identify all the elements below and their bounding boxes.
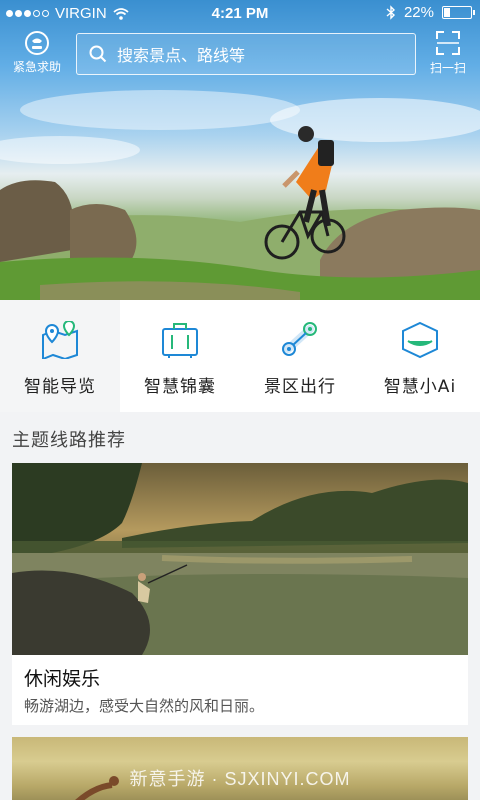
top-header: 紧急求助 搜索景点、路线等 扫一扫 bbox=[0, 26, 480, 84]
search-input[interactable]: 搜索景点、路线等 bbox=[76, 33, 416, 75]
status-right: 22% bbox=[386, 4, 475, 21]
card-description: 畅游湖边，感受大自然的风和日丽。 bbox=[24, 697, 265, 715]
scan-qr-icon bbox=[436, 31, 460, 55]
suitcase-icon bbox=[158, 320, 202, 360]
search-placeholder: 搜索景点、路线等 bbox=[117, 46, 246, 65]
quick-nav-label: 智能导览 bbox=[24, 377, 96, 397]
scan-button[interactable]: 扫一扫 bbox=[422, 30, 474, 76]
quick-nav-smart-tips[interactable]: 智慧锦囊 bbox=[120, 300, 240, 412]
status-bar: VIRGIN 4:21 PM 22% bbox=[0, 0, 480, 26]
quick-nav-smart-guide[interactable]: 智能导览 bbox=[0, 300, 120, 412]
quick-nav-smart-ai[interactable]: 智慧小Ai bbox=[360, 300, 480, 412]
watermark-text: 新意手游 · SJXINYI.COM bbox=[129, 769, 351, 789]
emergency-phone-icon bbox=[25, 31, 49, 55]
quick-nav-scenic-travel[interactable]: 景区出行 bbox=[240, 300, 360, 412]
sos-button[interactable]: 紧急求助 bbox=[6, 30, 68, 75]
search-icon bbox=[89, 45, 107, 63]
map-pin-icon bbox=[38, 320, 82, 360]
sos-label: 紧急求助 bbox=[12, 60, 61, 74]
scan-label: 扫一扫 bbox=[429, 61, 466, 75]
hero-banner[interactable]: VIRGIN 4:21 PM 22% 紧急求助 搜索景点、路线等 扫一扫 bbox=[0, 0, 480, 300]
quick-nav-label: 智慧锦囊 bbox=[144, 377, 216, 397]
quick-nav-label: 景区出行 bbox=[264, 377, 336, 397]
route-card[interactable]: 休闲娱乐 畅游湖边，感受大自然的风和日丽。 bbox=[12, 463, 468, 725]
section-title: 主题线路推荐 bbox=[12, 430, 126, 451]
quick-nav-label: 智慧小Ai bbox=[383, 377, 457, 397]
quick-nav: 智能导览 智慧锦囊 景区出行 智慧小Ai bbox=[0, 300, 480, 412]
bluetooth-icon bbox=[386, 5, 395, 20]
battery-percentage: 22% bbox=[403, 4, 434, 21]
card-title: 休闲娱乐 bbox=[24, 668, 101, 690]
route-icon bbox=[278, 320, 322, 360]
ai-box-icon bbox=[398, 320, 442, 360]
lake-fishing-image bbox=[12, 463, 468, 655]
battery-icon bbox=[442, 6, 475, 19]
